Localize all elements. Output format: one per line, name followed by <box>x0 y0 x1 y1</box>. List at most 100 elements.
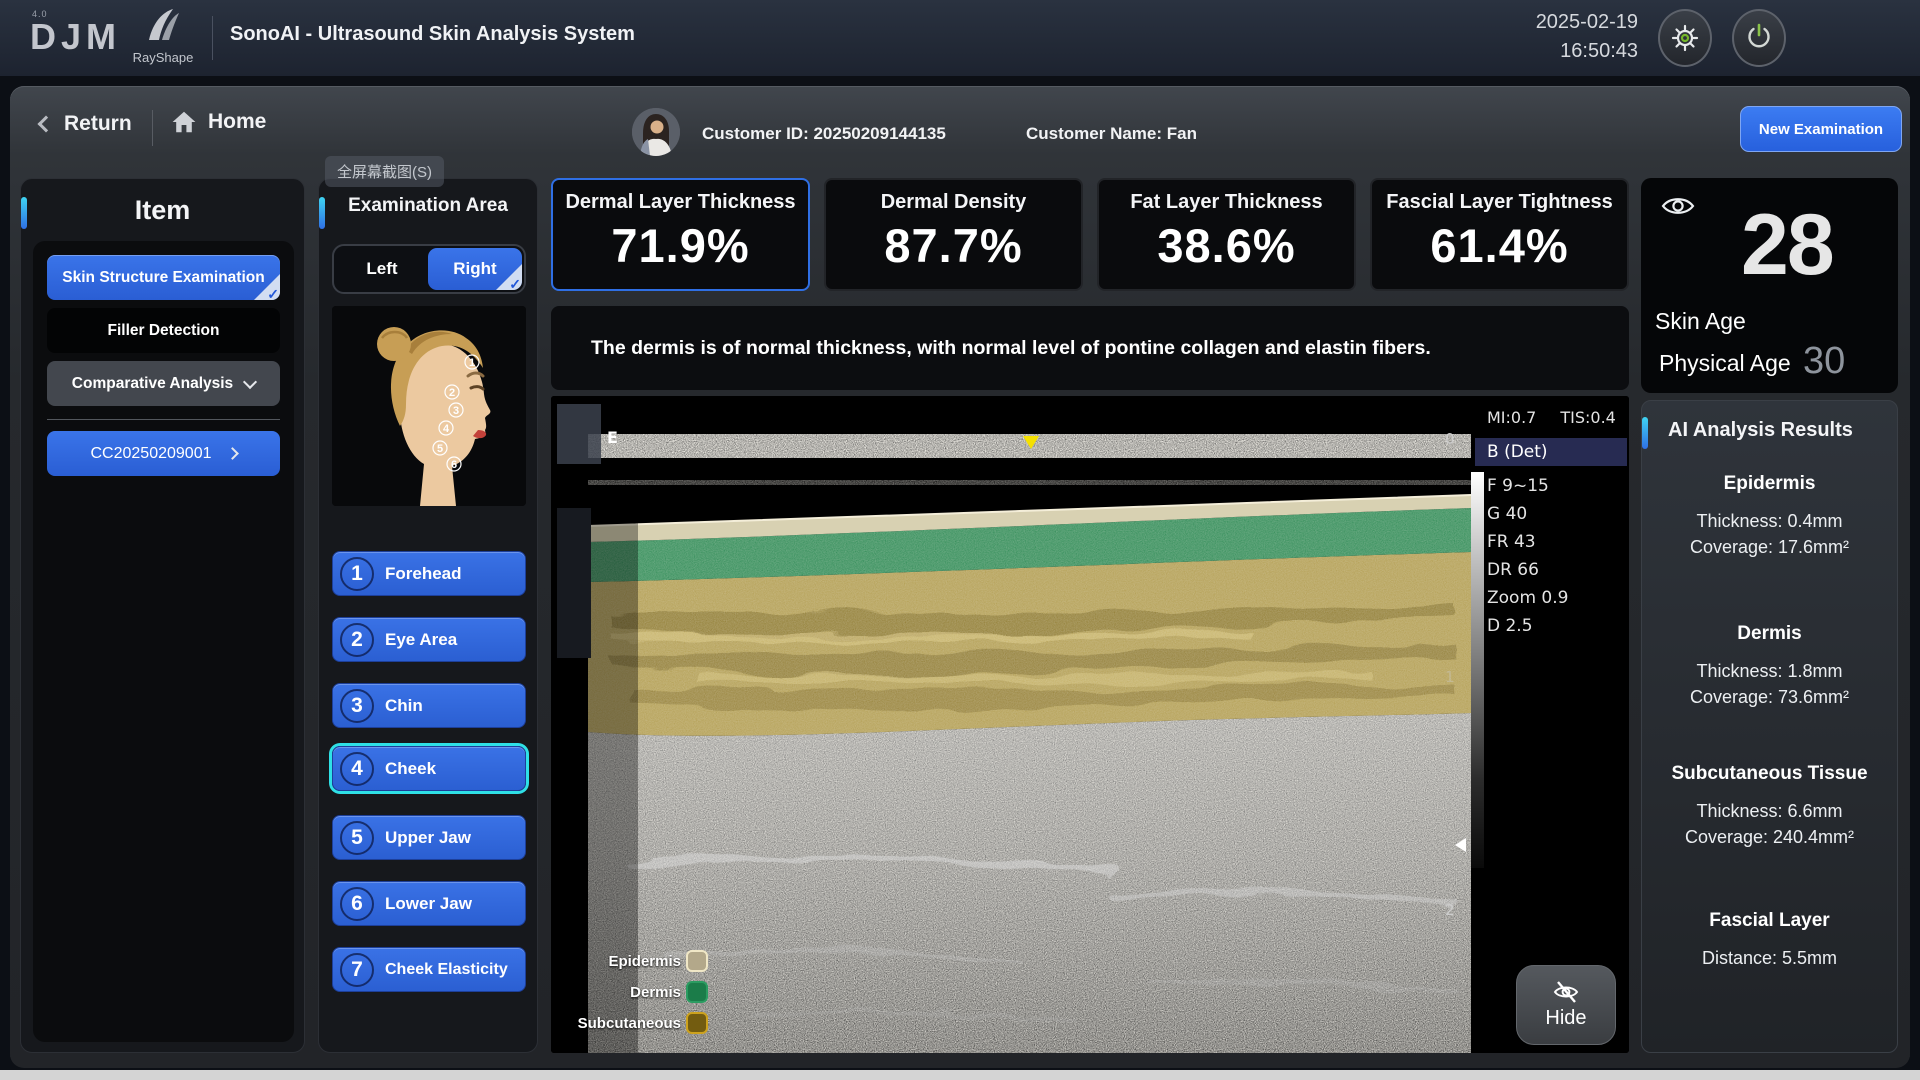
area-button-upper-jaw[interactable]: 5 Upper Jaw <box>332 815 526 860</box>
legend-label: Dermis <box>561 984 681 1001</box>
area-label: Lower Jaw <box>385 894 472 914</box>
item-filler-detection[interactable]: Filler Detection <box>47 308 280 353</box>
area-number: 5 <box>340 821 374 855</box>
item-label: CC20250209001 <box>91 445 212 463</box>
examination-area-panel: Examination Area Left Right ✓ <box>318 178 538 1053</box>
area-label: Cheek <box>385 759 436 779</box>
home-button[interactable]: Home <box>172 110 266 134</box>
svg-text:3: 3 <box>453 405 459 417</box>
return-label: Return <box>64 112 132 136</box>
datetime: 2025-02-19 16:50:43 <box>1420 8 1638 66</box>
metric-card-dermal-density[interactable]: Dermal Density 87.7% <box>824 178 1083 291</box>
legend-row-dermis: Dermis <box>561 981 708 1003</box>
power-icon <box>1743 22 1775 54</box>
bottom-edge <box>0 1070 1920 1080</box>
area-button-chin[interactable]: 3 Chin <box>332 683 526 728</box>
analysis-summary: The dermis is of normal thickness, with … <box>591 337 1431 360</box>
metric-card-dermal-thickness[interactable]: Dermal Layer Thickness 71.9% <box>551 178 810 291</box>
section-name: Subcutaneous Tissue <box>1642 763 1897 785</box>
eye-icon[interactable] <box>1661 194 1695 218</box>
item-skin-structure[interactable]: Skin Structure Examination ✓ <box>47 255 280 300</box>
param-zoom: Zoom 0.9 <box>1487 584 1568 612</box>
home-icon <box>172 111 196 133</box>
svg-text:2: 2 <box>449 387 455 399</box>
chevron-right-icon <box>226 447 239 460</box>
customer-name: Customer Name: Fan <box>1026 124 1197 144</box>
hide-label: Hide <box>1545 1007 1586 1030</box>
app-title: SonoAI - Ultrasound Skin Analysis System <box>230 23 635 46</box>
section-line: Thickness: 6.6mm <box>1642 798 1897 824</box>
legend-chip-subcutaneous <box>686 1012 708 1034</box>
item-record-cc20250209001[interactable]: CC20250209001 <box>47 431 280 476</box>
home-label: Home <box>208 110 266 134</box>
hide-overlay-button[interactable]: Hide <box>1516 965 1616 1045</box>
orientation-marker: E <box>607 428 618 447</box>
depth-label-2: 2 <box>1445 901 1455 919</box>
chevron-down-icon <box>243 374 257 388</box>
side-toggle: Left Right ✓ <box>332 244 526 294</box>
mi-value: MI:0.7 <box>1487 408 1536 427</box>
divider <box>47 419 280 420</box>
customer-id: Customer ID: 20250209144135 <box>702 124 946 144</box>
area-button-lower-jaw[interactable]: 6 Lower Jaw <box>332 881 526 926</box>
metric-title: Fascial Layer Tightness <box>1372 191 1627 214</box>
area-button-forehead[interactable]: 1 Forehead <box>332 551 526 596</box>
legend-row-epidermis: Epidermis <box>561 950 708 972</box>
item-comparative-analysis[interactable]: Comparative Analysis <box>47 361 280 406</box>
sail-icon <box>143 8 183 44</box>
accent-bar <box>1642 417 1648 449</box>
ultrasound-side-strip <box>557 508 591 658</box>
top-bar: 4.0 DJM RayShape SonoAI - Ultrasound Ski… <box>0 0 1920 76</box>
settings-button[interactable] <box>1658 9 1712 67</box>
depth-label-0: 0 <box>1445 430 1455 448</box>
customer-avatar[interactable] <box>632 108 680 156</box>
new-examination-button[interactable]: New Examination <box>1740 106 1902 152</box>
item-panel: Item Skin Structure Examination ✓ Filler… <box>20 178 305 1053</box>
metric-value: 61.4% <box>1372 218 1627 273</box>
divider <box>152 110 153 146</box>
ai-panel-title: AI Analysis Results <box>1668 419 1853 442</box>
ai-section-fascial: Fascial Layer Distance: 5.5mm <box>1642 910 1897 971</box>
metric-card-fascial-tightness[interactable]: Fascial Layer Tightness 61.4% <box>1370 178 1629 291</box>
area-number: 2 <box>340 623 374 657</box>
scan-mode: B (Det) <box>1475 438 1627 466</box>
skin-age-value: 28 <box>1741 196 1833 295</box>
ai-section-subcutaneous: Subcutaneous Tissue Thickness: 6.6mm Cov… <box>1642 763 1897 850</box>
area-label: Eye Area <box>385 630 457 650</box>
layer-legend: Epidermis Dermis Subcutaneous <box>561 950 708 1043</box>
rayshape-label: RayShape <box>128 50 198 65</box>
side-right-button[interactable]: Right ✓ <box>428 248 522 290</box>
metric-value: 71.9% <box>553 218 808 273</box>
ultrasound-side-control <box>557 404 601 464</box>
item-label: Skin Structure Examination <box>62 269 264 287</box>
check-icon: ✓ <box>267 286 279 300</box>
metric-title: Fat Layer Thickness <box>1099 191 1354 214</box>
power-button[interactable] <box>1732 9 1786 67</box>
metric-card-fat-thickness[interactable]: Fat Layer Thickness 38.6% <box>1097 178 1356 291</box>
section-name: Fascial Layer <box>1642 910 1897 932</box>
area-button-cheek[interactable]: 4 Cheek <box>332 746 526 791</box>
side-left-button[interactable]: Left <box>334 246 430 292</box>
face-diagram: 1 2 3 4 5 6 <box>332 306 526 506</box>
area-button-cheek-elasticity[interactable]: 7 Cheek Elasticity <box>332 947 526 992</box>
metric-title: Dermal Density <box>826 191 1081 214</box>
return-button[interactable]: Return <box>40 112 132 136</box>
item-label: Comparative Analysis <box>72 375 233 393</box>
area-label: Cheek Elasticity <box>385 961 508 979</box>
area-number: 4 <box>340 752 374 786</box>
section-line: Coverage: 240.4mm² <box>1642 824 1897 850</box>
date-text: 2025-02-19 <box>1420 8 1638 37</box>
time-text: 16:50:43 <box>1420 37 1638 66</box>
grayscale-bar <box>1471 472 1484 868</box>
ai-section-dermis: Dermis Thickness: 1.8mm Coverage: 73.6mm… <box>1642 623 1897 710</box>
area-button-eye-area[interactable]: 2 Eye Area <box>332 617 526 662</box>
section-line: Thickness: 0.4mm <box>1642 508 1897 534</box>
exam-panel-title: Examination Area <box>319 195 537 217</box>
area-number: 1 <box>340 557 374 591</box>
skin-age-label: Skin Age <box>1655 308 1746 335</box>
area-number: 3 <box>340 689 374 723</box>
physical-age-value: 30 <box>1803 340 1845 383</box>
depth-label-1: 1 <box>1445 668 1455 686</box>
tis-value: TIS:0.4 <box>1560 408 1615 427</box>
face-illustration: 1 2 3 4 5 6 <box>332 306 526 506</box>
